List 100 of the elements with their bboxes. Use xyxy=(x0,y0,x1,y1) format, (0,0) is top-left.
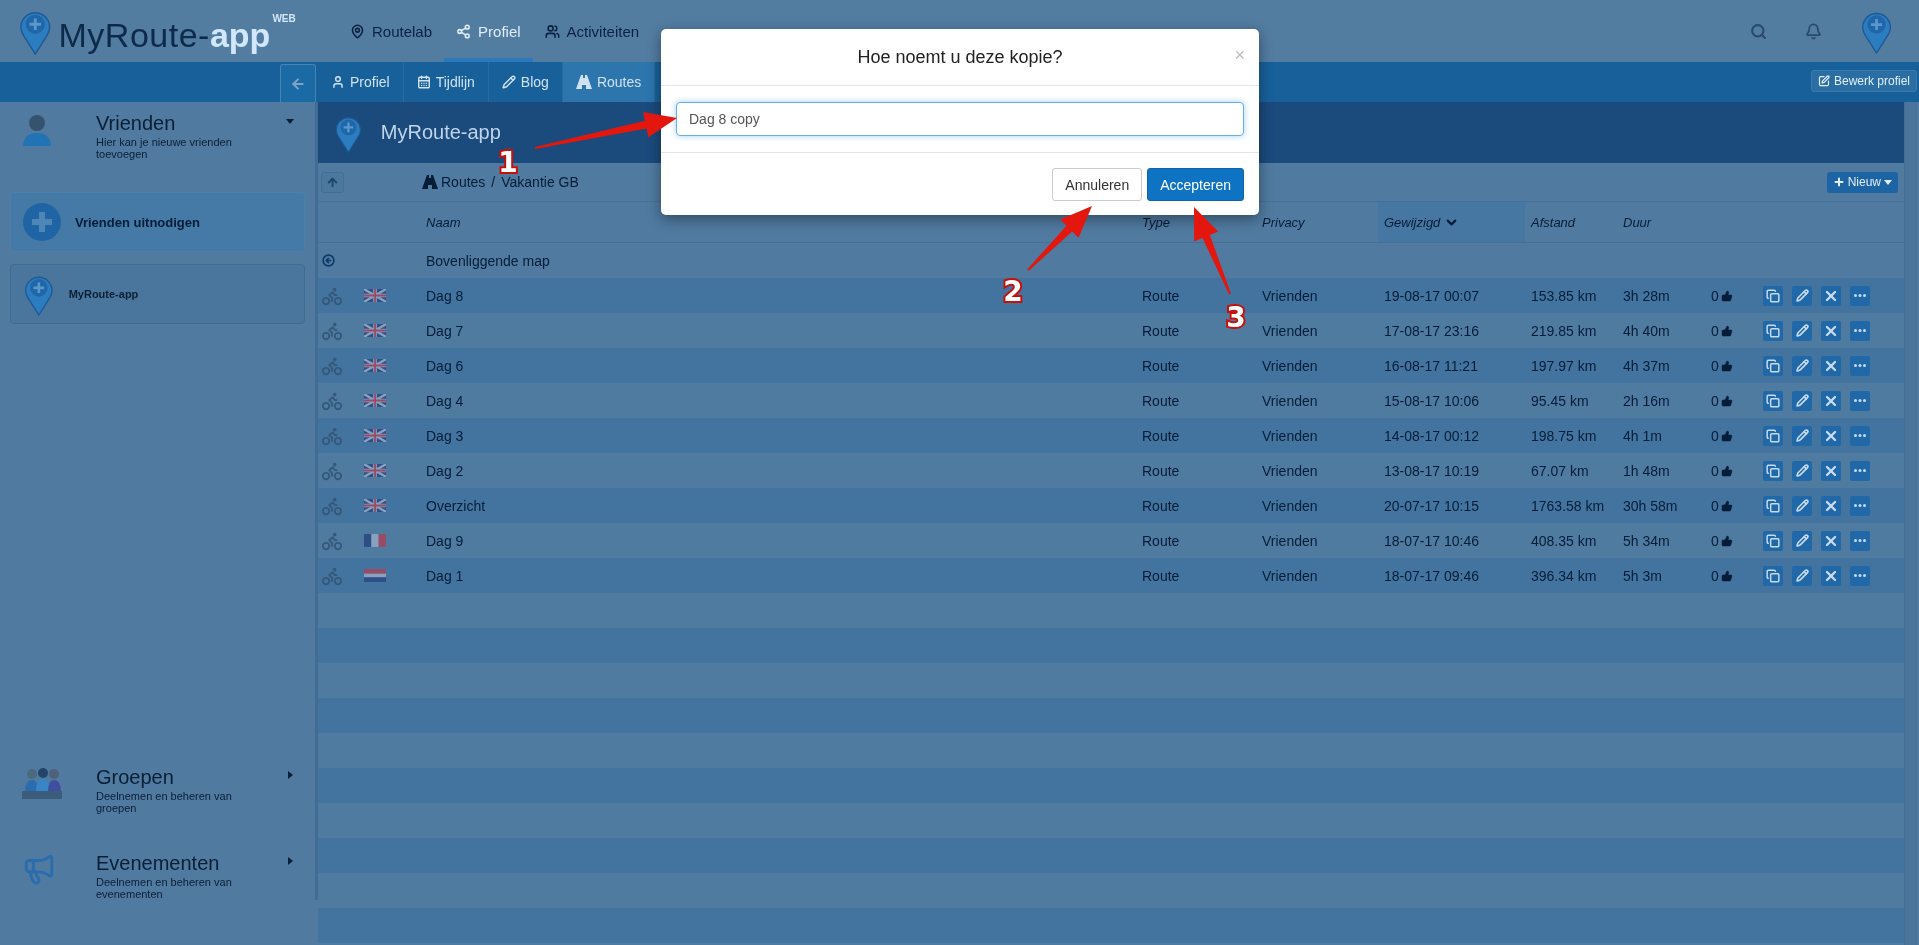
route-name-link[interactable]: Dag 9 xyxy=(426,532,464,549)
edit-icon xyxy=(1817,75,1830,87)
delete-button[interactable] xyxy=(1821,285,1841,306)
delete-button[interactable] xyxy=(1821,530,1841,551)
edit-button[interactable] xyxy=(1792,355,1812,376)
route-name-link[interactable]: Dag 8 xyxy=(426,287,464,304)
ellipsis-icon xyxy=(1854,364,1866,367)
distance-cell: 198.75 km xyxy=(1531,427,1597,444)
up-button[interactable] xyxy=(321,171,344,193)
breadcrumb-separator: / xyxy=(491,174,496,190)
more-button[interactable] xyxy=(1850,390,1870,411)
copy-button[interactable] xyxy=(1763,495,1783,516)
accept-button[interactable]: Accepteren xyxy=(1147,168,1244,201)
date-cell: 16-08-17 11:21 xyxy=(1384,357,1478,374)
nav-item[interactable]: Routelab xyxy=(338,0,445,62)
column-header[interactable]: Duur xyxy=(1617,202,1705,242)
column-header[interactable]: Gewijzigd xyxy=(1378,202,1525,242)
date-cell: 20-07-17 10:15 xyxy=(1384,497,1479,514)
copy-icon xyxy=(1766,428,1780,443)
more-button[interactable] xyxy=(1850,460,1870,481)
delete-button[interactable] xyxy=(1821,460,1841,481)
route-name-link[interactable]: Dag 4 xyxy=(426,392,464,409)
duration-cell: 1h 48m xyxy=(1623,462,1670,479)
more-button[interactable] xyxy=(1850,320,1870,341)
new-button[interactable]: Nieuw xyxy=(1826,171,1898,193)
more-button[interactable] xyxy=(1850,530,1870,551)
copy-button[interactable] xyxy=(1763,285,1783,306)
copy-button[interactable] xyxy=(1763,425,1783,446)
scrollbar[interactable] xyxy=(1904,102,1917,945)
privacy-cell: Vrienden xyxy=(1262,497,1318,514)
bell-icon[interactable] xyxy=(1804,22,1822,40)
delete-button[interactable] xyxy=(1821,320,1841,341)
edit-button[interactable] xyxy=(1792,320,1812,341)
route-name-link[interactable]: Dag 6 xyxy=(426,357,464,374)
name-input[interactable]: Dag 8 copy xyxy=(676,102,1244,136)
more-button[interactable] xyxy=(1850,565,1870,586)
share-icon xyxy=(456,23,472,39)
edit-profile-button[interactable]: Bewerk profiel xyxy=(1810,70,1917,92)
privacy-cell: Vrienden xyxy=(1262,532,1318,549)
distance-cell: 153.85 km xyxy=(1531,287,1597,304)
more-button[interactable] xyxy=(1850,355,1870,376)
parent-folder-link[interactable]: Bovenliggende map xyxy=(426,252,550,269)
copy-button[interactable] xyxy=(1763,530,1783,551)
pencil-icon xyxy=(1795,394,1809,407)
annotation-arrow xyxy=(1027,206,1092,271)
thumbs-up-icon xyxy=(1720,394,1733,407)
cancel-button[interactable]: Annuleren xyxy=(1052,168,1143,201)
duration-cell: 5h 34m xyxy=(1623,532,1670,549)
edit-button[interactable] xyxy=(1792,495,1812,516)
section-title: Groepen xyxy=(96,766,175,789)
pencil-icon xyxy=(1795,534,1809,547)
close-button[interactable]: × xyxy=(1234,45,1245,66)
type-cell: Route xyxy=(1142,357,1180,374)
breadcrumb-link[interactable]: Vakantie GB xyxy=(501,174,579,190)
copy-icon xyxy=(1766,288,1780,303)
edit-button[interactable] xyxy=(1792,285,1812,306)
edit-button[interactable] xyxy=(1792,460,1812,481)
delete-button[interactable] xyxy=(1821,390,1841,411)
invite-card[interactable]: Vrienden uitnodigen xyxy=(10,192,305,252)
route-name-link[interactable]: Overzicht xyxy=(426,497,486,514)
date-cell: 19-08-17 00:07 xyxy=(1384,287,1479,304)
privacy-cell: Vrienden xyxy=(1262,567,1318,584)
collapse-button[interactable] xyxy=(280,64,316,102)
distance-cell: 67.07 km xyxy=(1531,462,1589,479)
edit-button[interactable] xyxy=(1792,565,1812,586)
route-name-link[interactable]: Dag 2 xyxy=(426,462,464,479)
route-name-link[interactable]: Dag 7 xyxy=(426,322,464,339)
likes-count: 0 xyxy=(1711,532,1733,549)
edit-button[interactable] xyxy=(1792,425,1812,446)
thumbs-up-icon xyxy=(1720,569,1733,582)
route-name-link[interactable]: Dag 3 xyxy=(426,427,464,444)
copy-button[interactable] xyxy=(1763,320,1783,341)
more-button[interactable] xyxy=(1850,495,1870,516)
tab[interactable]: Routes xyxy=(562,62,656,102)
more-button[interactable] xyxy=(1850,425,1870,446)
copy-button[interactable] xyxy=(1763,460,1783,481)
column-header[interactable]: Privacy xyxy=(1256,202,1378,242)
delete-button[interactable] xyxy=(1821,425,1841,446)
edit-button[interactable] xyxy=(1792,530,1812,551)
delete-button[interactable] xyxy=(1821,355,1841,376)
copy-button[interactable] xyxy=(1763,390,1783,411)
type-cell: Route xyxy=(1142,567,1180,584)
delete-button[interactable] xyxy=(1821,495,1841,516)
privacy-cell: Vrienden xyxy=(1262,357,1318,374)
delete-button[interactable] xyxy=(1821,565,1841,586)
copy-button[interactable] xyxy=(1763,565,1783,586)
pencil-icon xyxy=(1795,429,1809,442)
route-name-link[interactable]: Dag 1 xyxy=(426,567,464,584)
road-icon xyxy=(422,175,438,189)
friend-card[interactable]: MyRoute-app xyxy=(10,264,305,324)
distance-cell: 219.85 km xyxy=(1531,322,1597,339)
section-title: Evenementen xyxy=(96,852,221,875)
search-icon[interactable] xyxy=(1749,22,1767,40)
more-button[interactable] xyxy=(1850,285,1870,306)
section-subtitle: Deelnemen en beheren van groepen xyxy=(96,790,233,814)
edit-button[interactable] xyxy=(1792,390,1812,411)
column-header[interactable]: Afstand xyxy=(1525,202,1617,242)
nav-item[interactable]: Activiteiten xyxy=(532,0,652,62)
copy-button[interactable] xyxy=(1763,355,1783,376)
breadcrumb-link[interactable]: Routes xyxy=(422,174,486,190)
